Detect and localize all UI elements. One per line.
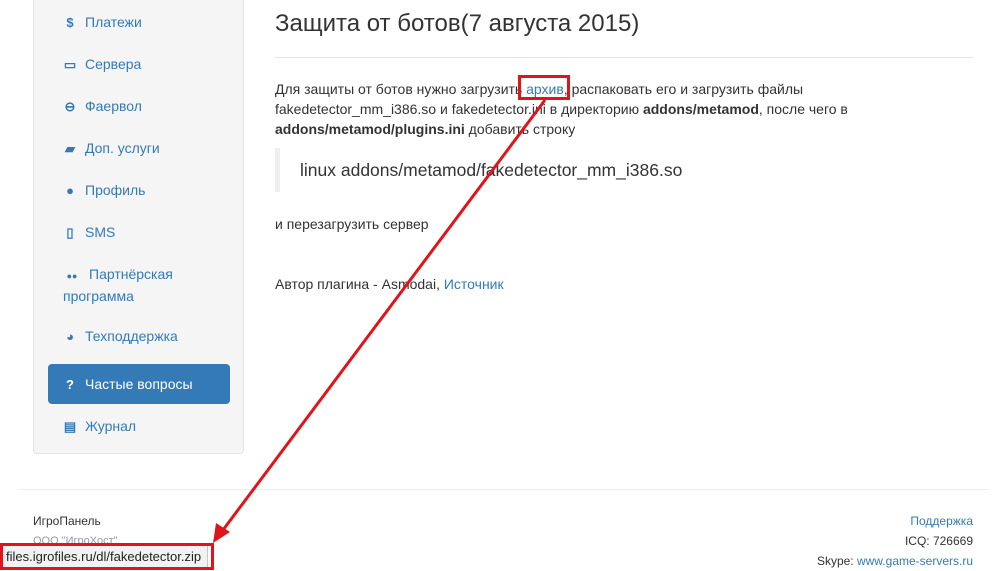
divider: [275, 57, 973, 58]
sidebar-item-payments[interactable]: $ Платежи: [48, 12, 230, 33]
support-link[interactable]: Поддержка: [910, 514, 973, 528]
config-line-blockquote: linux addons/metamod/fakedetector_mm_i38…: [275, 148, 965, 192]
sidebar-item-label: Техподдержка: [85, 328, 178, 344]
path-bold: addons/metamod/plugins.ini: [275, 121, 465, 137]
sidebar-item-label: Фаервол: [85, 98, 142, 114]
sidebar-item-label: Частые вопросы: [85, 376, 193, 392]
sidebar-item-label: SMS: [85, 224, 116, 240]
skype-link[interactable]: www.game-servers.ru: [857, 554, 973, 568]
status-url-highlight: [0, 543, 214, 570]
sidebar-item-profile[interactable]: ● Профиль: [48, 180, 230, 201]
sidebar-item-label: Сервера: [85, 56, 142, 72]
sidebar-item-sms[interactable]: ▯ SMS: [48, 222, 230, 243]
paragraph-text: , после чего в: [758, 101, 848, 117]
skype-label: Skype:: [816, 554, 857, 568]
mobile-icon: ▯: [66, 225, 74, 240]
paragraph-text: Для защиты от ботов нужно загрузить: [275, 81, 527, 97]
folder-open-icon: ▰: [65, 141, 75, 156]
sidebar-item-firewall[interactable]: ⊖ Фаервол: [48, 96, 230, 117]
archive-icon: ▤: [63, 419, 77, 434]
instructions-paragraph: Для защиты от ботов нужно загрузить архи…: [275, 79, 965, 139]
comments-icon: ◕: [66, 329, 74, 344]
author-line: Автор плагина - Asmodai, Источник: [275, 274, 504, 294]
page-title: Защита от ботов(7 августа 2015): [275, 10, 640, 37]
footer-title: ИгроПанель: [33, 514, 101, 528]
user-icon: ●: [66, 183, 74, 198]
archive-link-highlight: [518, 75, 570, 100]
footer-right: Поддержка ICQ: 726669 Skype: www.game-se…: [817, 511, 973, 571]
source-link[interactable]: Источник: [444, 276, 504, 292]
path-bold: addons/metamod: [642, 101, 759, 117]
sidebar-item-label: Платежи: [85, 14, 142, 30]
paragraph-text: добавить строку: [464, 121, 576, 137]
server-icon: ▭: [63, 57, 77, 72]
icq-text: ICQ: 726669: [904, 534, 973, 548]
minus-circle-icon: ⊖: [64, 99, 76, 114]
sidebar-item-support[interactable]: ◕ Техподдержка: [48, 326, 230, 347]
users-icon: ●●: [66, 271, 78, 281]
sidebar-item-journal[interactable]: ▤ Журнал: [48, 416, 230, 437]
sidebar-item-faq[interactable]: ? Частые вопросы: [48, 364, 230, 404]
sidebar: $ Платежи ▭ Сервера ⊖ Фаервол ▰ Доп. услуги …: [33, 0, 244, 454]
sidebar-item-label: Доп. услуги: [85, 140, 160, 156]
sidebar-item-partner-program[interactable]: ●● Партнёрская программа: [48, 264, 208, 306]
sidebar-item-label: Профиль: [85, 182, 146, 198]
sidebar-item-extra-services[interactable]: ▰ Доп. услуги: [48, 138, 230, 159]
author-text: Автор плагина - Asmodai,: [275, 276, 444, 292]
question-icon: ?: [66, 377, 74, 392]
reboot-text: и перезагрузить сервер: [275, 216, 429, 232]
dollar-icon: $: [66, 15, 74, 30]
sidebar-item-label: Журнал: [85, 418, 137, 434]
footer-divider: [17, 489, 989, 490]
sidebar-item-servers[interactable]: ▭ Сервера: [48, 54, 230, 75]
